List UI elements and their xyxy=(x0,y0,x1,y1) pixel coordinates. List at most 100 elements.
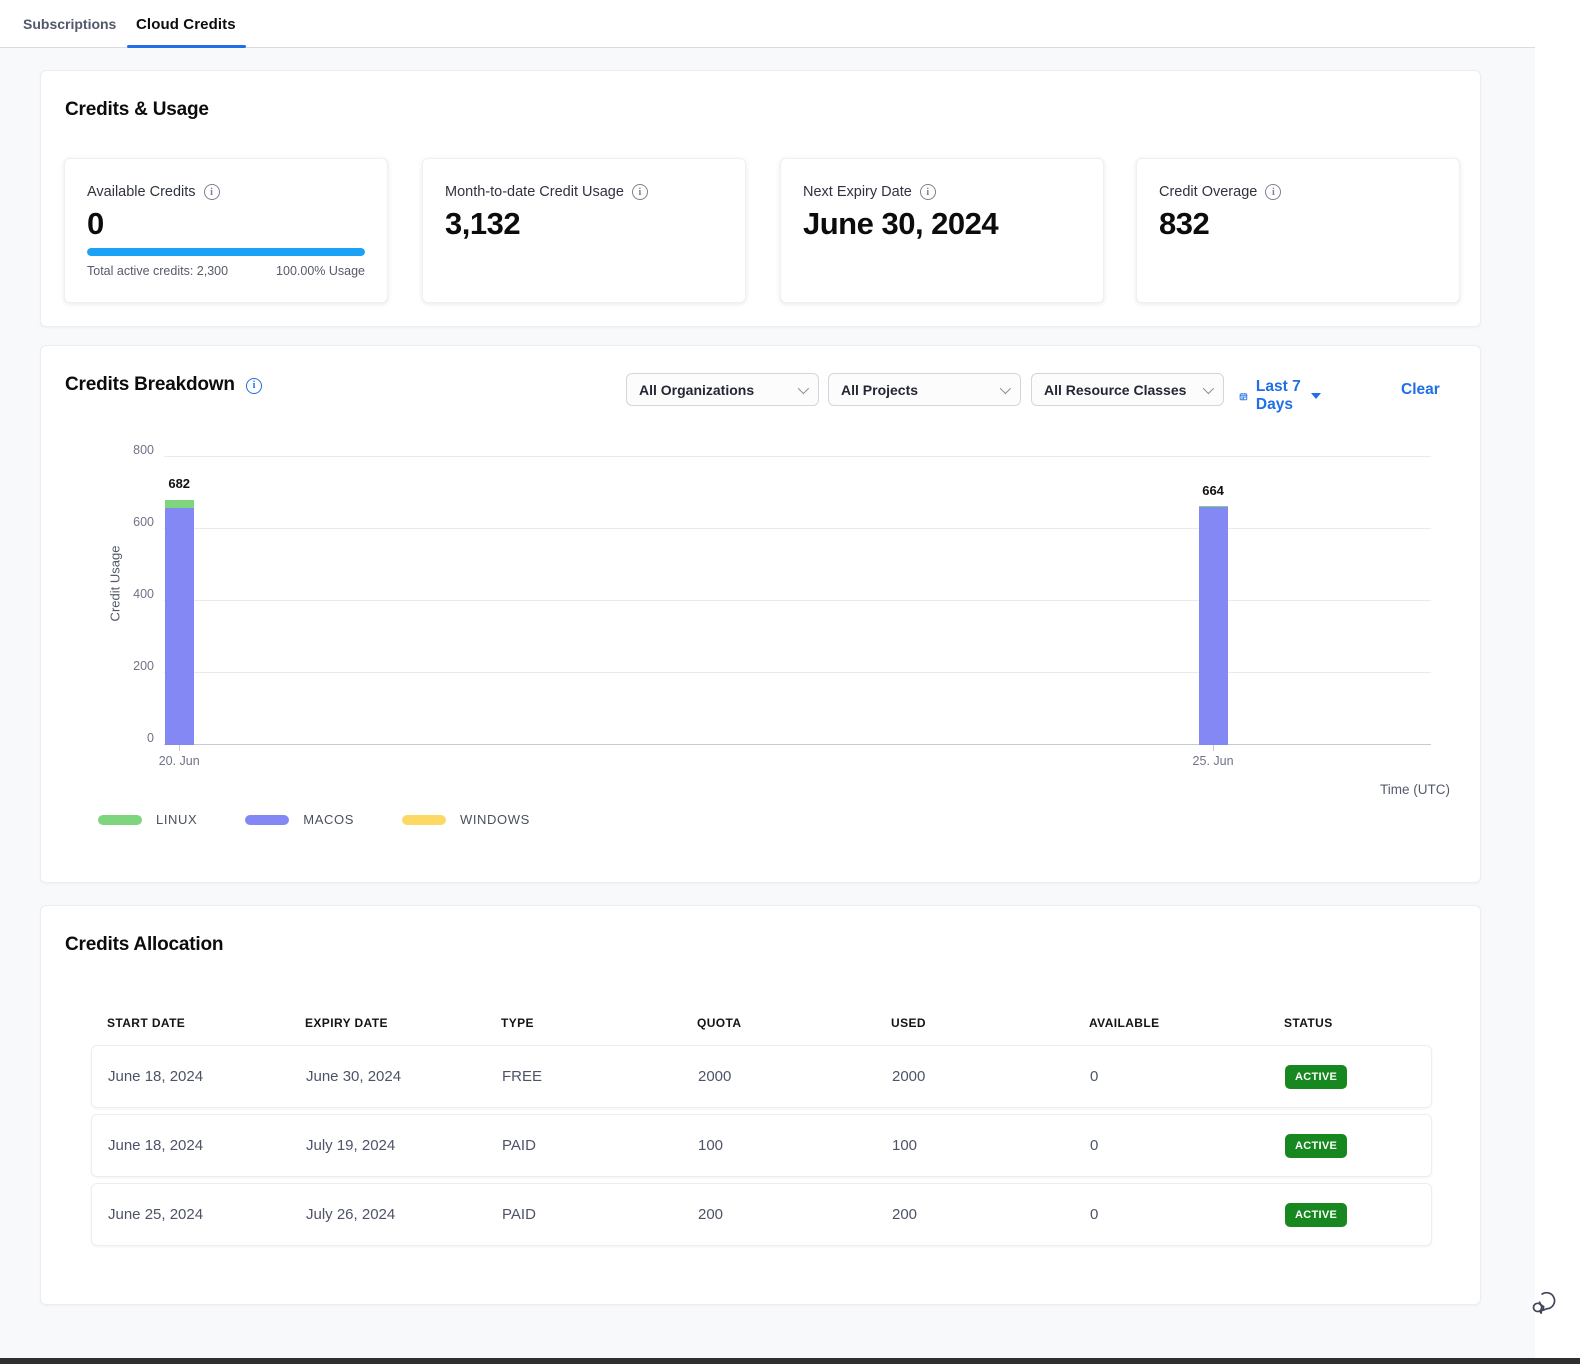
available-credits-card: Available Credits i 0 Total active credi… xyxy=(64,158,388,303)
table-cell: June 25, 2024 xyxy=(92,1206,290,1223)
credits-progress-fill xyxy=(87,248,365,256)
chevron-down-icon xyxy=(798,382,809,393)
available-credits-label-row: Available Credits i xyxy=(87,184,220,200)
table-cell: PAID xyxy=(486,1137,682,1154)
stacked-bar xyxy=(1199,506,1228,745)
page: Subscriptions Cloud Credits Credits & Us… xyxy=(0,0,1580,1364)
table-cell: 0 xyxy=(1074,1068,1269,1085)
resource-classes-dropdown-value: All Resource Classes xyxy=(1044,382,1186,398)
legend-item-macos[interactable]: MACOS xyxy=(245,812,354,827)
table-cell: PAID xyxy=(486,1206,682,1223)
column-header-used: USED xyxy=(875,1016,1073,1030)
chevron-down-icon xyxy=(1000,382,1011,393)
table-cell: 100 xyxy=(876,1137,1074,1154)
status-cell: ACTIVE xyxy=(1269,1134,1433,1158)
table-row[interactable]: June 25, 2024July 26, 2024PAID2002000ACT… xyxy=(91,1183,1432,1246)
bottom-scrollbar[interactable] xyxy=(0,1358,1580,1364)
table-cell: July 19, 2024 xyxy=(290,1137,486,1154)
chart-y-axis-label: Credit Usage xyxy=(107,546,122,622)
content-area: Subscriptions Cloud Credits Credits & Us… xyxy=(0,0,1535,1358)
credits-progress-bar xyxy=(87,248,365,256)
available-credits-footer: Total active credits: 2,300 100.00% Usag… xyxy=(87,264,365,278)
mtd-usage-label: Month-to-date Credit Usage xyxy=(445,184,624,200)
tab-subscriptions[interactable]: Subscriptions xyxy=(23,0,116,48)
status-cell: ACTIVE xyxy=(1269,1203,1433,1227)
column-header-status: STATUS xyxy=(1268,1016,1432,1030)
column-header-available: AVAILABLE xyxy=(1073,1016,1268,1030)
table-row[interactable]: June 18, 2024June 30, 2024FREE200020000A… xyxy=(91,1045,1432,1108)
legend-label: MACOS xyxy=(303,812,354,827)
calendar-icon xyxy=(1239,388,1248,405)
next-expiry-card: Next Expiry Date i June 30, 2024 xyxy=(780,158,1104,303)
credits-usage-panel: Credits & Usage Available Credits i 0 To… xyxy=(40,70,1481,327)
info-icon[interactable]: i xyxy=(920,184,936,200)
status-cell: ACTIVE xyxy=(1269,1065,1433,1089)
tab-cloud-credits[interactable]: Cloud Credits xyxy=(136,0,236,48)
y-tick-label: 200 xyxy=(114,659,154,673)
chart-gridline xyxy=(164,456,1431,457)
date-range-picker[interactable]: Last 7 Days xyxy=(1239,378,1321,414)
legend-item-linux[interactable]: LINUX xyxy=(98,812,197,827)
table-cell: 0 xyxy=(1074,1206,1269,1223)
table-header-row: START DATEEXPIRY DATETYPEQUOTAUSEDAVAILA… xyxy=(91,1001,1432,1045)
table-row[interactable]: June 18, 2024July 19, 2024PAID1001000ACT… xyxy=(91,1114,1432,1177)
bar-segment-macos xyxy=(1199,507,1228,745)
column-header-start-date: START DATE xyxy=(91,1016,289,1030)
resource-classes-dropdown[interactable]: All Resource Classes xyxy=(1031,373,1224,406)
legend-swatch xyxy=(402,815,446,825)
status-badge: ACTIVE xyxy=(1285,1065,1347,1089)
legend-swatch xyxy=(245,815,289,825)
column-header-expiry-date: EXPIRY DATE xyxy=(289,1016,485,1030)
chart-gridline xyxy=(164,600,1431,601)
chat-widget-button[interactable] xyxy=(1528,1286,1560,1318)
stacked-bar xyxy=(165,500,194,746)
bar-segment-macos xyxy=(165,508,194,745)
info-icon[interactable]: i xyxy=(1265,184,1281,200)
table-cell: 2000 xyxy=(682,1068,876,1085)
bar-value-label: 664 xyxy=(1202,483,1224,498)
table-cell: July 26, 2024 xyxy=(290,1206,486,1223)
legend-swatch xyxy=(98,815,142,825)
chart-gridline xyxy=(164,672,1431,673)
credits-allocation-table: START DATEEXPIRY DATETYPEQUOTAUSEDAVAILA… xyxy=(91,1001,1432,1252)
y-tick-label: 600 xyxy=(114,515,154,529)
x-tick-label: 25. Jun xyxy=(1193,754,1234,768)
table-cell: 100 xyxy=(682,1137,876,1154)
x-tick xyxy=(1213,745,1214,751)
x-tick-label: 20. Jun xyxy=(159,754,200,768)
projects-dropdown[interactable]: All Projects xyxy=(828,373,1021,406)
info-icon[interactable]: i xyxy=(204,184,220,200)
legend-item-windows[interactable]: WINDOWS xyxy=(402,812,530,827)
usage-percent-text: 100.00% Usage xyxy=(276,264,365,278)
tab-bar: Subscriptions Cloud Credits xyxy=(0,0,1535,48)
y-tick-label: 400 xyxy=(114,587,154,601)
chart-legend: LINUX MACOS WINDOWS xyxy=(98,812,530,827)
available-credits-label: Available Credits xyxy=(87,184,196,200)
caret-down-icon xyxy=(1311,393,1321,399)
clear-filters-link[interactable]: Clear xyxy=(1401,381,1440,399)
info-icon[interactable]: i xyxy=(632,184,648,200)
y-tick-label: 800 xyxy=(114,443,154,457)
info-icon[interactable]: i xyxy=(246,378,262,394)
chart-gridline xyxy=(164,528,1431,529)
next-expiry-value: June 30, 2024 xyxy=(803,206,998,242)
table-cell: June 18, 2024 xyxy=(92,1068,290,1085)
total-active-credits-text: Total active credits: 2,300 xyxy=(87,264,228,278)
organizations-dropdown[interactable]: All Organizations xyxy=(626,373,819,406)
credits-usage-title: Credits & Usage xyxy=(65,99,209,121)
legend-label: LINUX xyxy=(156,812,197,827)
table-cell: 2000 xyxy=(876,1068,1074,1085)
credit-overage-card: Credit Overage i 832 xyxy=(1136,158,1460,303)
credits-breakdown-title-text: Credits Breakdown xyxy=(65,374,235,395)
x-tick xyxy=(179,745,180,751)
credits-breakdown-panel: Credits Breakdown i All Organizations Al… xyxy=(40,345,1481,883)
active-tab-underline xyxy=(127,45,246,48)
next-expiry-label: Next Expiry Date xyxy=(803,184,912,200)
table-cell: 200 xyxy=(876,1206,1074,1223)
mtd-usage-value: 3,132 xyxy=(445,206,520,242)
projects-dropdown-value: All Projects xyxy=(841,382,918,398)
credits-allocation-title: Credits Allocation xyxy=(65,934,223,956)
credits-breakdown-title: Credits Breakdown i xyxy=(65,374,262,396)
column-header-type: TYPE xyxy=(485,1016,681,1030)
legend-label: WINDOWS xyxy=(460,812,530,827)
